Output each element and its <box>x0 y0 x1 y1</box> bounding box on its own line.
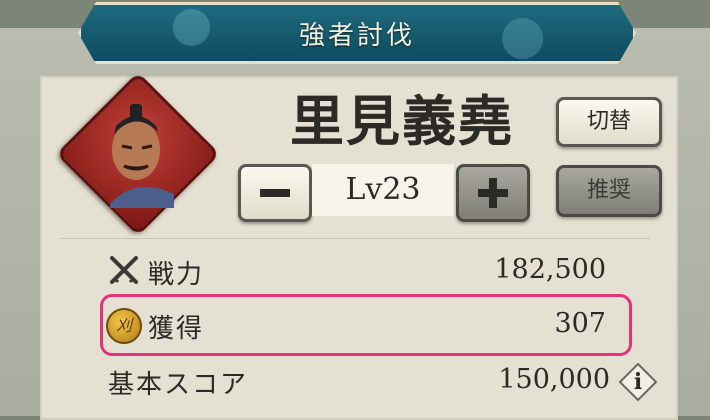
portrait-face-icon <box>110 104 174 208</box>
base-score-label: 基本スコア <box>108 370 249 400</box>
divider <box>60 238 650 239</box>
reward-label: 獲得 <box>148 314 205 344</box>
page-title: 強者討伐 <box>298 21 415 51</box>
minus-icon <box>260 189 290 197</box>
general-portrait[interactable] <box>55 71 221 237</box>
level-display: Lv23 <box>312 164 454 216</box>
header-banner: 強者討伐 <box>78 2 636 64</box>
level-decrease-button[interactable] <box>238 164 312 222</box>
reward-value: 307 <box>554 308 606 339</box>
combat-power-label: 戦力 <box>148 260 205 290</box>
level-increase-button[interactable] <box>456 164 530 222</box>
combat-power-value: 182,500 <box>494 254 606 285</box>
general-name: 里見義堯 <box>290 89 514 153</box>
crossed-swords-icon <box>110 256 138 284</box>
info-glyph: i <box>633 369 643 395</box>
gold-coin-icon: 刈 <box>106 308 142 344</box>
base-score-value: 150,000 <box>498 364 610 395</box>
switch-button[interactable]: 切替 <box>556 97 662 147</box>
recommend-button[interactable]: 推奨 <box>556 165 662 217</box>
info-icon[interactable]: i <box>618 362 658 402</box>
plus-icon <box>478 178 508 208</box>
